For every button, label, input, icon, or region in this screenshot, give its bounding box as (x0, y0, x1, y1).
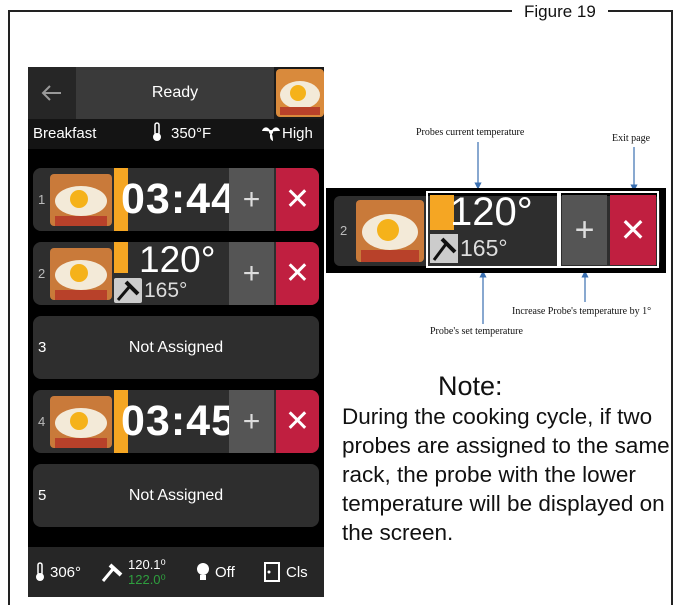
label-set-temp: Probe's set temperature (430, 326, 523, 337)
label-increase-probe: Increase Probe's temperature by 1° (512, 306, 652, 317)
zoom-increase-button[interactable]: + (562, 195, 607, 265)
zoom-exit-button[interactable]: ✕ (610, 195, 656, 265)
zoom-set-temp: 165° (460, 235, 508, 261)
zoom-food-image (356, 200, 424, 262)
zoom-probe-icon (430, 234, 458, 263)
zoom-current-temp: 120° (450, 190, 533, 234)
note-heading: Note: (438, 371, 503, 401)
zoom-rack-number: 2 (340, 223, 348, 238)
note-body: During the cooking cycle, if two probes … (342, 404, 670, 545)
rack-2-zoom: 2 120° 165° + ✕ (326, 188, 666, 273)
